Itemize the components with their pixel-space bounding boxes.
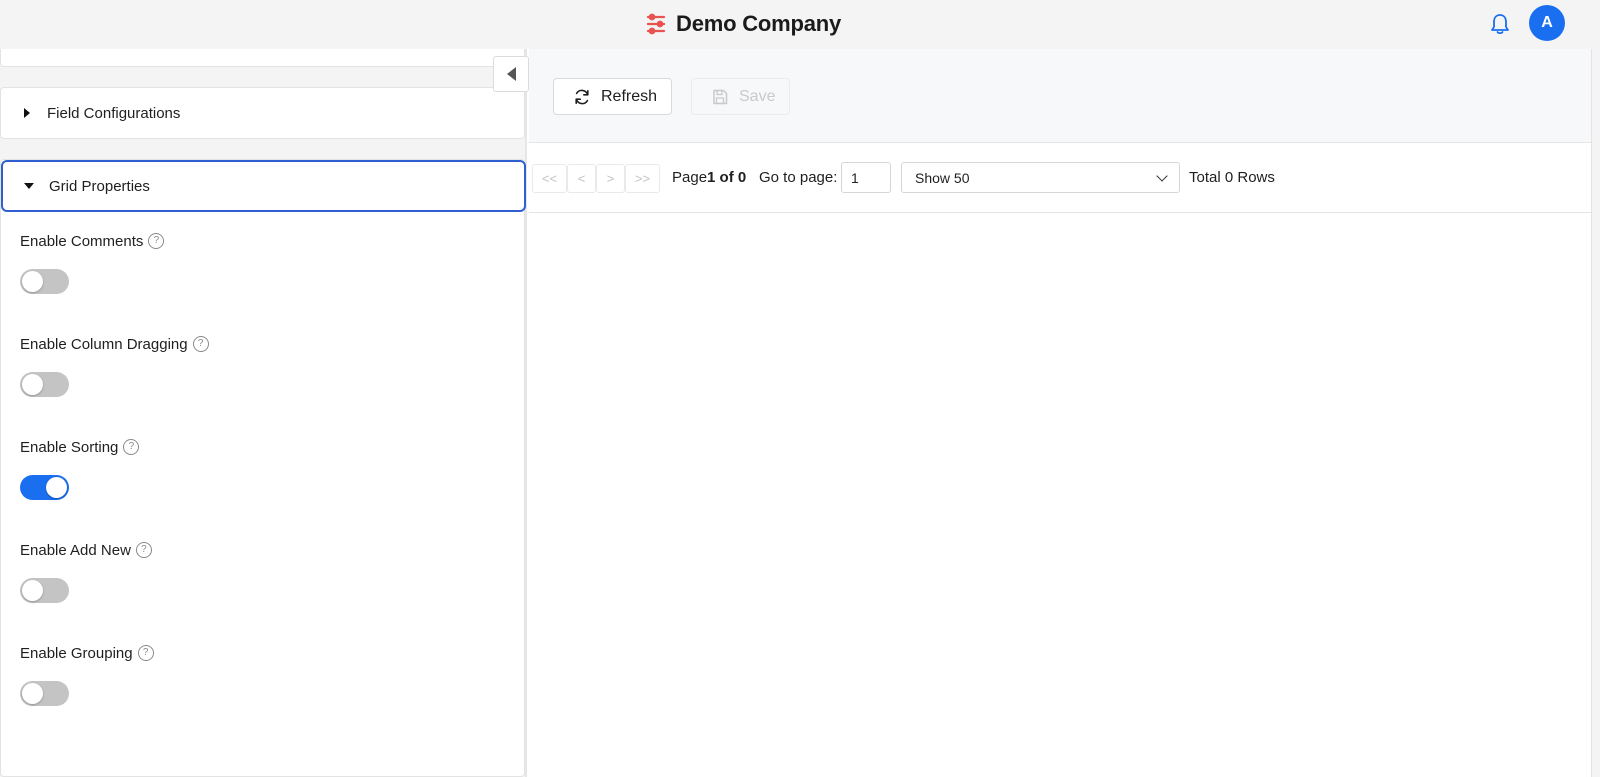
page-prefix: Page	[672, 169, 708, 186]
caret-left-icon	[506, 67, 516, 81]
toggle-knob	[22, 580, 43, 601]
properties-panel: Field Configurations Grid Properties Ena…	[0, 49, 527, 777]
toggle-enable-grouping[interactable]	[20, 681, 69, 706]
toggle-enable-add-new[interactable]	[20, 578, 69, 603]
save-icon	[710, 87, 730, 107]
next-page-button[interactable]: >	[596, 164, 625, 193]
pagination-bar: << < > >> Page1 of 0 Go to page: Show 50…	[529, 144, 1591, 213]
section-title: Field Configurations	[47, 104, 181, 122]
data-grid-body	[529, 213, 1591, 777]
grid-toolbar: Refresh Save	[529, 49, 1591, 143]
section-grid-properties-card: Grid Properties Enable Comments ? Enable…	[0, 159, 526, 777]
page-size-value: Show 50	[915, 169, 970, 186]
company-name: Demo Company	[676, 11, 842, 36]
page-indicator: Page1 of 0	[672, 169, 746, 186]
page-current: 1 of 0	[707, 169, 747, 186]
goto-label: Go to page:	[759, 169, 838, 186]
property-enable-grouping: Enable Grouping ?	[20, 643, 154, 706]
refresh-icon	[572, 87, 592, 107]
first-page-button[interactable]: <<	[532, 164, 567, 193]
section-field-configurations[interactable]: Field Configurations	[0, 87, 525, 139]
save-label: Save	[739, 87, 776, 105]
help-icon[interactable]: ?	[137, 645, 154, 661]
toggle-enable-column-dragging[interactable]	[20, 372, 69, 397]
property-enable-add-new: Enable Add New ?	[20, 540, 152, 603]
section-grid-properties[interactable]: Grid Properties	[1, 160, 526, 212]
property-label: Enable Add New	[20, 541, 131, 559]
property-label: Enable Comments	[20, 232, 144, 250]
section-title: Grid Properties	[49, 177, 150, 195]
collapsed-card-top	[0, 49, 525, 67]
page-size-select[interactable]: Show 50	[901, 162, 1180, 193]
help-icon[interactable]: ?	[135, 542, 152, 558]
help-icon[interactable]: ?	[148, 233, 165, 249]
help-icon[interactable]: ?	[123, 439, 140, 455]
bell-icon[interactable]	[1488, 11, 1512, 37]
total-rows: Total 0 Rows	[1189, 169, 1275, 186]
top-header: Demo Company A	[0, 0, 1600, 49]
company-logo-icon	[645, 13, 667, 35]
last-page-button[interactable]: >>	[625, 164, 660, 193]
chevron-down-icon	[1156, 169, 1168, 182]
avatar-initial: A	[1541, 14, 1553, 31]
refresh-button[interactable]: Refresh	[553, 78, 672, 115]
toggle-enable-comments[interactable]	[20, 269, 69, 294]
property-enable-comments: Enable Comments ?	[20, 231, 165, 294]
goto-page-input[interactable]	[841, 162, 891, 193]
toggle-enable-sorting[interactable]	[20, 475, 69, 500]
toggle-knob	[22, 683, 43, 704]
collapse-panel-button[interactable]	[493, 56, 529, 92]
property-enable-sorting: Enable Sorting ?	[20, 437, 140, 500]
property-label: Enable Grouping	[20, 644, 133, 662]
previous-page-button[interactable]: <	[567, 164, 596, 193]
user-avatar[interactable]: A	[1529, 5, 1565, 41]
caret-right-icon	[24, 108, 30, 118]
toggle-knob	[22, 374, 43, 395]
page-scrollbar[interactable]	[1591, 49, 1600, 777]
help-icon[interactable]: ?	[192, 336, 209, 352]
property-label: Enable Sorting	[20, 438, 119, 456]
caret-down-icon	[24, 183, 34, 189]
toggle-knob	[46, 477, 67, 498]
refresh-label: Refresh	[601, 87, 658, 105]
brand[interactable]: Demo Company	[645, 9, 841, 39]
property-label: Enable Column Dragging	[20, 335, 188, 353]
toggle-knob	[22, 271, 43, 292]
save-button[interactable]: Save	[691, 78, 790, 115]
property-enable-column-dragging: Enable Column Dragging ?	[20, 334, 209, 397]
